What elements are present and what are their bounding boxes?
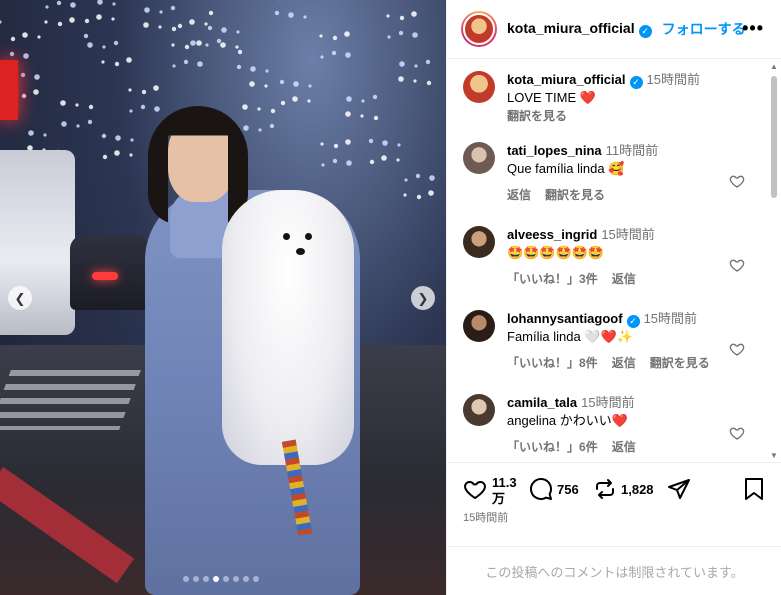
comment-username[interactable]: alveess_ingrid (507, 227, 597, 242)
reply-link[interactable]: 返信 (612, 354, 636, 372)
carousel-indicator (183, 576, 259, 582)
commenter-avatar[interactable] (463, 142, 495, 174)
comments-count: 756 (557, 481, 579, 497)
caption-translate-link[interactable]: 翻訳を見る (507, 107, 567, 125)
comments-restricted-notice: この投稿へのコメントは制限されています。 (447, 546, 781, 595)
verified-badge-icon: ✓ (629, 75, 643, 89)
comments-list: kota_miura_official ✓ 15時間前 LOVE TIME ❤️ 翻… (447, 60, 769, 462)
reply-link[interactable]: 返信 (612, 438, 636, 456)
author-avatar[interactable] (461, 11, 497, 47)
heart-icon (464, 480, 486, 500)
traffic-light (0, 60, 18, 120)
carousel-next-button[interactable]: ❯ (411, 286, 435, 310)
verified-badge-icon: ✓ (626, 314, 640, 328)
comment-time: 15時間前 (581, 395, 635, 410)
post-side-panel: kota_miura_official ✓ フォローする ••• kota_miu… (446, 0, 781, 595)
post-actions: 11.3 万 756 1,828 15時間前 (447, 462, 781, 546)
author-username-text[interactable]: kota_miura_official (507, 20, 635, 36)
bus (0, 150, 75, 335)
save-button[interactable] (743, 477, 765, 501)
reposts-count: 1,828 (621, 481, 654, 497)
chevron-left-icon: ❮ (14, 290, 26, 306)
likes-count[interactable]: 11.3 万 (492, 475, 517, 507)
translate-link[interactable]: 翻訳を見る (650, 354, 710, 372)
translate-link[interactable]: 翻訳を見る (545, 186, 605, 204)
carousel-dot (223, 576, 229, 582)
comment-text: Família linda 🤍❤️✨ (507, 329, 633, 344)
white-dog (222, 190, 354, 465)
dog-eye (305, 233, 312, 240)
post-timestamp[interactable]: 15時間前 (463, 509, 508, 525)
likes-count-link[interactable]: 「いいね！」6件 (507, 438, 598, 456)
comment-icon (530, 478, 552, 500)
carousel-dot (193, 576, 199, 582)
comment-like-heart-icon[interactable] (729, 341, 745, 357)
comment-username[interactable]: camila_tala (507, 395, 577, 410)
more-options-icon[interactable]: ••• (742, 18, 764, 39)
crosswalk (0, 370, 141, 430)
comments-scrollbar[interactable]: ▲ ▼ (769, 62, 779, 460)
repost-icon (596, 479, 614, 499)
commenter-avatar[interactable] (463, 310, 495, 342)
dog-eye (283, 233, 290, 240)
comment-username[interactable]: tati_lopes_nina (507, 143, 602, 158)
carousel-dot (183, 576, 189, 582)
carousel-dot (203, 576, 209, 582)
post-photo[interactable]: ❮ ❯ (0, 0, 446, 595)
comment-text: Que família linda 🥰 (507, 161, 625, 176)
likes-count-link[interactable]: 「いいね！」8件 (507, 354, 598, 372)
caption-avatar[interactable] (463, 71, 495, 103)
comment-time: 15時間前 (601, 227, 655, 242)
scrollbar-thumb[interactable] (771, 76, 777, 198)
reply-link[interactable]: 返信 (612, 270, 636, 288)
verified-badge-icon: ✓ (638, 25, 652, 38)
carousel-dot (243, 576, 249, 582)
carousel-dot (213, 576, 219, 582)
commenter-avatar[interactable] (463, 226, 495, 258)
comment-like-heart-icon[interactable] (729, 173, 745, 189)
car-taillight (92, 272, 118, 280)
commenter-avatar[interactable] (463, 394, 495, 426)
post-header: kota_miura_official ✓ フォローする ••• (447, 0, 781, 59)
comment-time: 15時間前 (643, 311, 698, 326)
chevron-right-icon: ❯ (417, 290, 429, 306)
comment-time: 11時間前 (605, 143, 659, 158)
bookmark-icon (745, 478, 763, 500)
caption-username[interactable]: kota_miura_official ✓ (507, 72, 643, 89)
author-username[interactable]: kota_miura_official ✓ (507, 20, 652, 38)
comment-like-heart-icon[interactable] (729, 257, 745, 273)
carousel-dot (233, 576, 239, 582)
share-button[interactable] (667, 477, 691, 501)
follow-button[interactable]: フォローする (662, 19, 746, 39)
caption-time: 15時間前 (646, 72, 700, 87)
comment-username[interactable]: lohannysantiagoof ✓ (507, 311, 640, 328)
carousel-prev-button[interactable]: ❮ (8, 286, 32, 310)
scroll-up-icon[interactable]: ▲ (770, 62, 778, 71)
scroll-down-icon[interactable]: ▼ (770, 451, 778, 460)
dog-nose (296, 248, 305, 255)
likes-count-link[interactable]: 「いいね！」3件 (507, 270, 598, 288)
comment-text: 🤩🤩🤩🤩🤩🤩 (507, 245, 605, 260)
caption-text: LOVE TIME ❤️ (507, 90, 596, 105)
comment-like-heart-icon[interactable] (729, 425, 745, 441)
comment-text: angelina かわいい❤️ (507, 413, 628, 428)
repost-button[interactable]: 1,828 (593, 477, 654, 501)
comment-button[interactable]: 756 (529, 477, 579, 501)
like-button[interactable] (463, 477, 487, 501)
carousel-dot (253, 576, 259, 582)
reply-link[interactable]: 返信 (507, 186, 531, 204)
share-icon (668, 479, 690, 499)
